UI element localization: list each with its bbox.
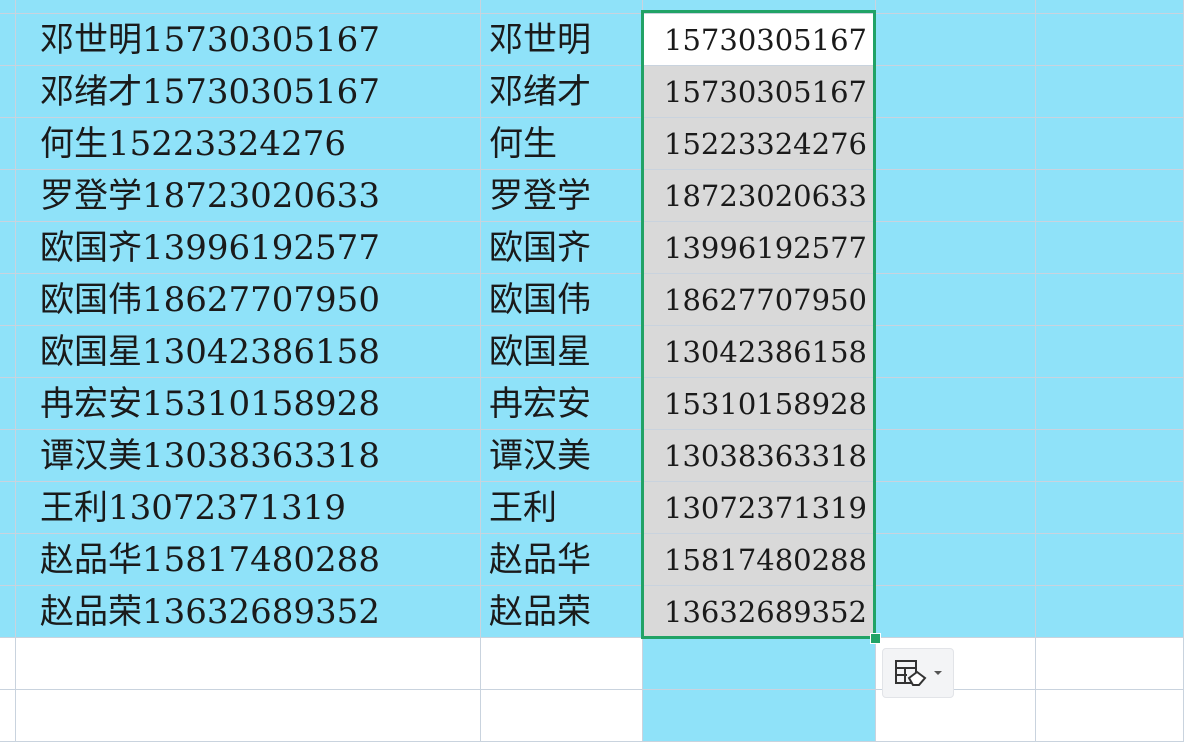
grid-cell[interactable]	[876, 14, 1036, 66]
combined-cell[interactable]: 赵品荣13632689352	[16, 586, 481, 638]
grid-cell[interactable]	[0, 274, 16, 326]
grid-cell[interactable]	[876, 586, 1036, 638]
paste-options-icon	[895, 660, 927, 686]
name-cell[interactable]: 罗登学	[481, 170, 643, 222]
grid-cell[interactable]	[1036, 534, 1184, 586]
grid-cell[interactable]	[643, 690, 876, 742]
grid-cell[interactable]	[1036, 690, 1184, 742]
grid-cell[interactable]	[0, 430, 16, 482]
grid-cell[interactable]	[643, 638, 876, 690]
grid-cell[interactable]	[1036, 638, 1184, 690]
combined-cell[interactable]: 王利13072371319	[16, 482, 481, 534]
phone-cell[interactable]: 13996192577	[643, 222, 876, 274]
grid-cell[interactable]	[876, 534, 1036, 586]
spreadsheet-grid: 邓世明15730305167 邓世明 15730305167 邓绪才157303051…	[0, 0, 1184, 742]
combined-cell[interactable]: 何生15223324276	[16, 118, 481, 170]
grid-cell[interactable]	[876, 378, 1036, 430]
name-cell[interactable]: 欧国星	[481, 326, 643, 378]
grid-cell[interactable]	[876, 430, 1036, 482]
cell-top-partial[interactable]	[643, 0, 876, 14]
name-cell[interactable]: 冉宏安	[481, 378, 643, 430]
cell-top-partial[interactable]	[876, 0, 1036, 14]
grid-cell[interactable]	[876, 66, 1036, 118]
phone-cell[interactable]: 13042386158	[643, 326, 876, 378]
name-cell[interactable]: 何生	[481, 118, 643, 170]
combined-cell[interactable]: 罗登学18723020633	[16, 170, 481, 222]
combined-cell[interactable]: 谭汉美13038363318	[16, 430, 481, 482]
grid-cell[interactable]	[876, 326, 1036, 378]
combined-cell[interactable]: 赵品华15817480288	[16, 534, 481, 586]
grid-cell[interactable]	[1036, 222, 1184, 274]
grid-cell[interactable]	[0, 170, 16, 222]
grid-cell[interactable]	[16, 638, 481, 690]
cell-top-partial[interactable]	[481, 0, 643, 14]
grid-cell[interactable]	[876, 170, 1036, 222]
grid-cell[interactable]	[481, 690, 643, 742]
grid-cell[interactable]	[876, 118, 1036, 170]
name-cell[interactable]: 王利	[481, 482, 643, 534]
grid-cell[interactable]	[0, 118, 16, 170]
cell-top-partial[interactable]	[0, 0, 16, 14]
phone-cell[interactable]: 13072371319	[643, 482, 876, 534]
phone-cell[interactable]: 13632689352	[643, 586, 876, 638]
grid-cell[interactable]	[0, 638, 16, 690]
grid-cell[interactable]	[1036, 482, 1184, 534]
grid-cell[interactable]	[0, 586, 16, 638]
phone-cell[interactable]: 15730305167	[643, 14, 876, 66]
combined-cell[interactable]: 邓世明15730305167	[16, 14, 481, 66]
grid-cell[interactable]	[0, 482, 16, 534]
combined-cell[interactable]: 邓绪才15730305167	[16, 66, 481, 118]
fill-handle[interactable]	[870, 633, 881, 644]
grid-cell[interactable]	[1036, 118, 1184, 170]
grid-cell[interactable]	[1036, 66, 1184, 118]
grid-cell[interactable]	[1036, 274, 1184, 326]
grid-cell[interactable]	[1036, 586, 1184, 638]
phone-cell[interactable]: 15817480288	[643, 534, 876, 586]
grid-cell[interactable]	[876, 482, 1036, 534]
grid-cell[interactable]	[876, 274, 1036, 326]
paste-options-button[interactable]	[882, 648, 954, 698]
phone-cell[interactable]: 18723020633	[643, 170, 876, 222]
grid-cell[interactable]	[1036, 378, 1184, 430]
grid-cell[interactable]	[0, 66, 16, 118]
grid-cell[interactable]	[1036, 430, 1184, 482]
cell-top-partial[interactable]	[16, 0, 481, 14]
grid-cell[interactable]	[876, 222, 1036, 274]
chevron-down-icon	[934, 671, 942, 675]
phone-cell[interactable]: 18627707950	[643, 274, 876, 326]
cell-top-partial[interactable]	[1036, 0, 1184, 14]
grid-cell[interactable]	[1036, 326, 1184, 378]
grid-cell[interactable]	[1036, 14, 1184, 66]
phone-cell[interactable]: 13038363318	[643, 430, 876, 482]
grid-cell[interactable]	[0, 534, 16, 586]
phone-cell[interactable]: 15310158928	[643, 378, 876, 430]
grid-cell[interactable]	[16, 690, 481, 742]
name-cell[interactable]: 邓世明	[481, 14, 643, 66]
grid-cell[interactable]	[0, 378, 16, 430]
name-cell[interactable]: 赵品荣	[481, 586, 643, 638]
combined-cell[interactable]: 欧国齐13996192577	[16, 222, 481, 274]
name-cell[interactable]: 赵品华	[481, 534, 643, 586]
phone-cell[interactable]: 15223324276	[643, 118, 876, 170]
grid-cell[interactable]	[481, 638, 643, 690]
combined-cell[interactable]: 冉宏安15310158928	[16, 378, 481, 430]
grid-cell[interactable]	[0, 14, 16, 66]
grid-cell[interactable]	[0, 690, 16, 742]
combined-cell[interactable]: 欧国伟18627707950	[16, 274, 481, 326]
grid-cell[interactable]	[1036, 170, 1184, 222]
grid-cell[interactable]	[0, 326, 16, 378]
name-cell[interactable]: 谭汉美	[481, 430, 643, 482]
phone-cell[interactable]: 15730305167	[643, 66, 876, 118]
grid-cell[interactable]	[0, 222, 16, 274]
combined-cell[interactable]: 欧国星13042386158	[16, 326, 481, 378]
name-cell[interactable]: 欧国齐	[481, 222, 643, 274]
name-cell[interactable]: 欧国伟	[481, 274, 643, 326]
name-cell[interactable]: 邓绪才	[481, 66, 643, 118]
